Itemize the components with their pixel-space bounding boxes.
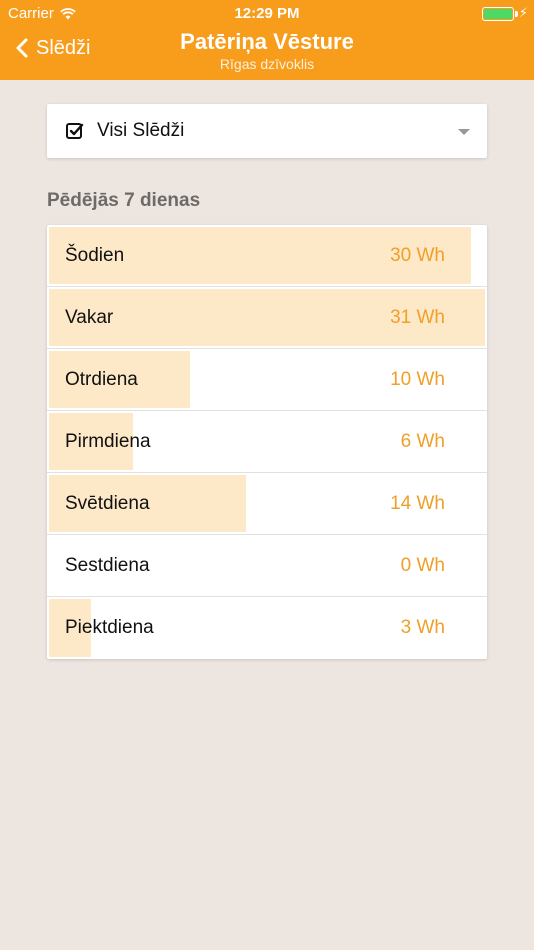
day-consumption-value: 3 Wh	[400, 617, 445, 638]
caret-down-icon	[458, 129, 470, 135]
checkbox-checked-icon	[66, 123, 84, 139]
day-consumption-value: 14 Wh	[390, 493, 445, 514]
list-item[interactable]: Šodien 30 Wh	[47, 225, 487, 287]
dropdown-selected-value: Visi Slēdži	[97, 120, 185, 141]
day-consumption-value: 10 Wh	[390, 369, 445, 390]
status-bar: Carrier 12:29 PM ⚡	[0, 0, 534, 28]
status-time: 12:29 PM	[234, 5, 300, 22]
list-item[interactable]: Otrdiena 10 Wh	[47, 349, 487, 411]
daily-consumption-list: Šodien 30 Wh Vakar 31 Wh Otrdiena 10 Wh Pirmdi…	[47, 225, 487, 659]
battery-icon	[482, 7, 518, 21]
day-label: Šodien	[65, 245, 125, 266]
page-subtitle: Rīgas dzīvoklis	[219, 56, 315, 72]
day-consumption-value: 31 Wh	[390, 307, 445, 328]
day-consumption-value: 6 Wh	[400, 431, 445, 452]
list-item[interactable]: Vakar 31 Wh	[47, 287, 487, 349]
day-consumption-value: 30 Wh	[390, 245, 445, 266]
switch-filter-dropdown[interactable]: Visi Slēdži	[47, 104, 487, 158]
charging-icon: ⚡	[518, 5, 528, 20]
navigation-bar: Carrier 12:29 PM ⚡ Slēdži Patēriņa Vēstu…	[0, 0, 534, 80]
day-label: Pirmdiena	[65, 431, 151, 452]
day-label: Sestdiena	[65, 555, 150, 576]
day-label: Piektdiena	[65, 617, 154, 638]
section-title: Pēdējās 7 dienas	[47, 190, 201, 211]
list-item[interactable]: Piektdiena 3 Wh	[47, 597, 487, 659]
day-consumption-value: 0 Wh	[400, 555, 445, 576]
list-item[interactable]: Sestdiena 0 Wh	[47, 535, 487, 597]
day-label: Svētdiena	[65, 493, 150, 514]
list-item[interactable]: Svētdiena 14 Wh	[47, 473, 487, 535]
day-label: Otrdiena	[65, 369, 138, 390]
list-item[interactable]: Pirmdiena 6 Wh	[47, 411, 487, 473]
title-block: Patēriņa Vēsture Rīgas dzīvoklis	[0, 28, 534, 72]
page-title: Patēriņa Vēsture	[180, 29, 354, 54]
day-label: Vakar	[65, 307, 114, 328]
